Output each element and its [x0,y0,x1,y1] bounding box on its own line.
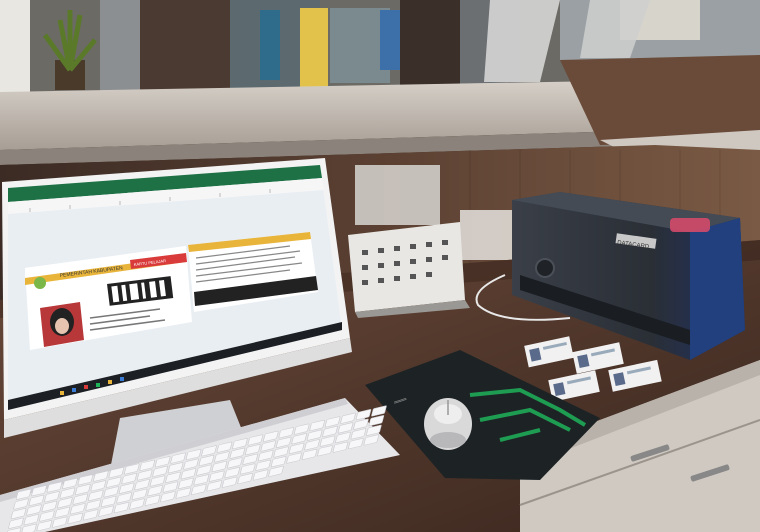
mouse-icon [424,398,472,450]
scene-svg: ═══ PEMERINTAH KABUPATEN KARTU PELAJAR D… [0,0,760,532]
desk-calendar [348,222,470,318]
photo-scene: ═══ PEMERINTAH KABUPATEN KARTU PELAJAR D… [0,0,760,532]
